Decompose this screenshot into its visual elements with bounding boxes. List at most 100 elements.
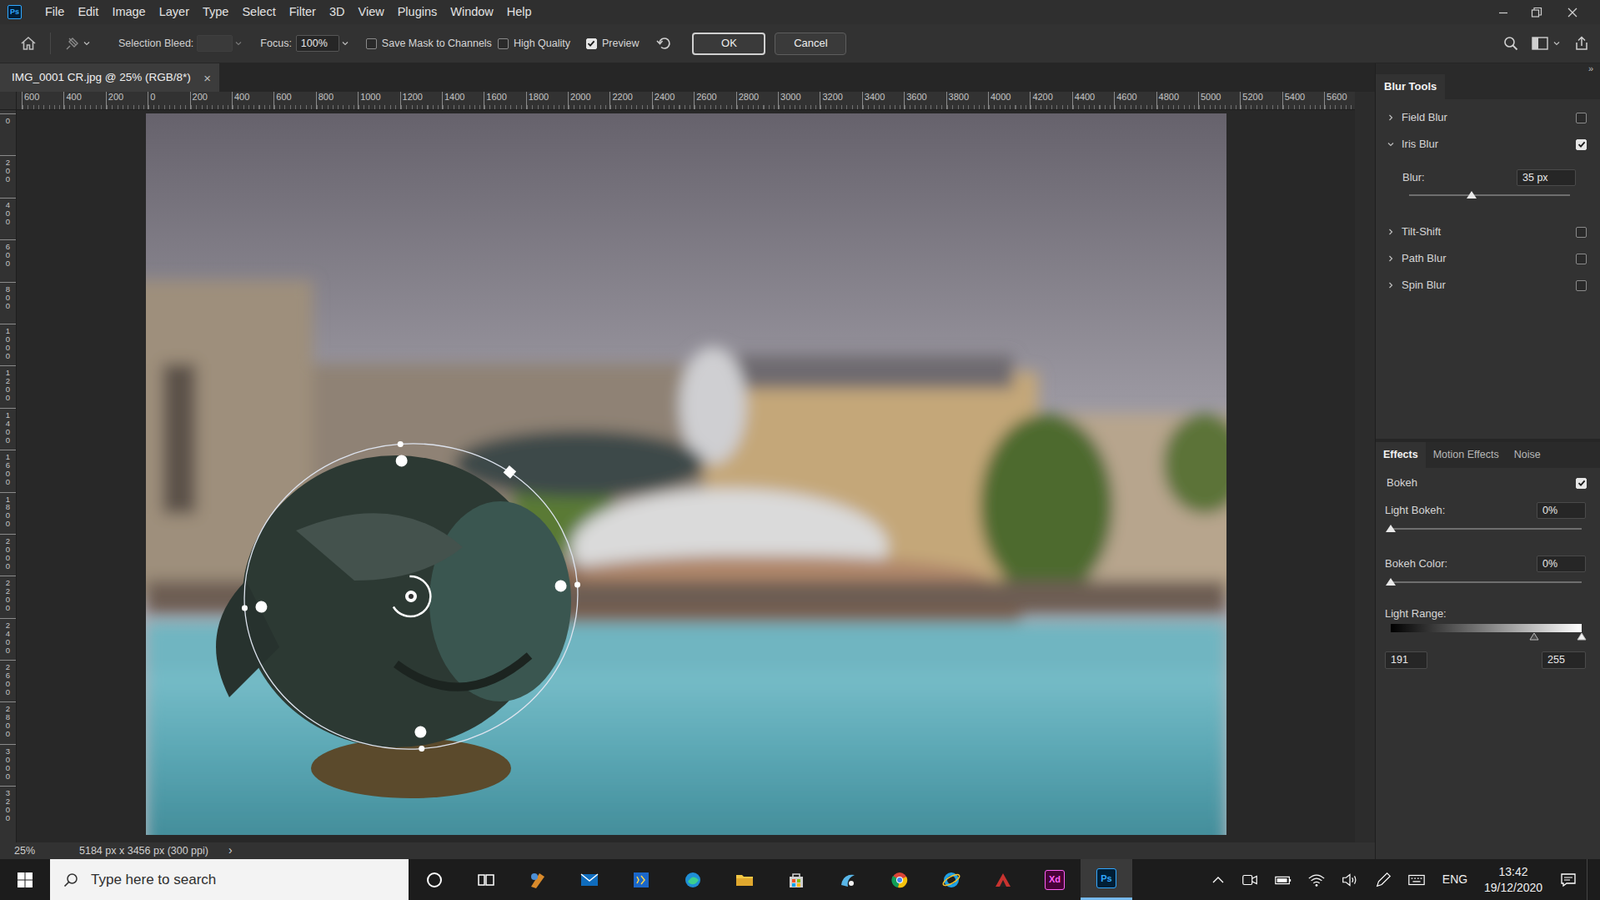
slider-track[interactable]: [1390, 581, 1582, 583]
blur-tool-checkbox[interactable]: [1575, 112, 1587, 124]
blur-tool-row[interactable]: Path Blur: [1375, 245, 1600, 272]
taskbar-app[interactable]: [511, 858, 564, 900]
menu-item[interactable]: Layer: [158, 0, 191, 25]
blur-tool-row[interactable]: Iris Blur: [1375, 130, 1600, 158]
chevron-down-icon[interactable]: [1387, 140, 1395, 148]
blur-tool-label[interactable]: Tilt-Shift: [1401, 225, 1441, 238]
taskbar-app[interactable]: [977, 858, 1029, 900]
blur-tool-row[interactable]: Tilt-Shift: [1375, 218, 1600, 246]
panel-tab[interactable]: Blur Tools: [1375, 74, 1445, 100]
slider-thumb[interactable]: [1385, 524, 1396, 532]
language-label[interactable]: ENG: [1442, 870, 1468, 888]
menu-item[interactable]: Help: [506, 0, 533, 25]
tray-item[interactable]: [1399, 870, 1434, 889]
workspace-button[interactable]: [1531, 36, 1560, 51]
panel-tab[interactable]: Motion Effects: [1425, 441, 1507, 468]
notifications-button[interactable]: [1549, 871, 1587, 888]
light-range-low-field[interactable]: 191: [1384, 651, 1428, 669]
menu-item[interactable]: 3D: [328, 0, 347, 25]
search-placeholder[interactable]: Type here to search: [90, 871, 216, 888]
high-handle-icon[interactable]: [1576, 631, 1587, 641]
checkbox[interactable]: [586, 38, 597, 50]
option-checkbox[interactable]: High Quality: [497, 35, 571, 52]
document-tab[interactable]: IMG_0001 CR.jpg @ 25% (RGB/8*)×: [0, 63, 220, 92]
photo[interactable]: [145, 113, 1227, 835]
low-handle-icon[interactable]: [1529, 631, 1540, 641]
slider-thumb[interactable]: [1385, 577, 1396, 586]
menu-item[interactable]: Filter: [288, 0, 317, 25]
tray-overflow-button[interactable]: [1203, 875, 1234, 884]
taskbar-app[interactable]: [770, 858, 823, 900]
blur-tool-checkbox[interactable]: [1575, 139, 1587, 151]
menu-item[interactable]: View: [357, 0, 386, 25]
share-button[interactable]: [1573, 35, 1590, 52]
minimize-button[interactable]: [1486, 0, 1520, 25]
blur-value[interactable]: 35 px: [1522, 170, 1549, 186]
checkbox-label[interactable]: Save Mask to Channels: [381, 35, 492, 52]
dialog-button[interactable]: OK: [692, 32, 766, 56]
panel-title[interactable]: Blur Tools: [1384, 78, 1437, 96]
tray-item[interactable]: [1366, 870, 1400, 889]
taskbar-app[interactable]: [822, 858, 874, 900]
blur-tool-checkbox[interactable]: [1575, 280, 1587, 291]
light-range-high[interactable]: 255: [1547, 652, 1565, 668]
chevron-right-icon[interactable]: [1387, 228, 1395, 236]
home-button[interactable]: [20, 35, 37, 52]
zoom-level[interactable]: 25%: [14, 844, 36, 857]
panel-tab[interactable]: Noise: [1506, 441, 1549, 468]
light-range-track[interactable]: [1390, 623, 1582, 632]
focus-field[interactable]: 100%: [295, 35, 340, 52]
menu-item[interactable]: Plugins: [396, 0, 439, 25]
workspace-caret-icon[interactable]: [1553, 40, 1560, 46]
status-menu-arrow[interactable]: ›: [228, 842, 233, 857]
collapse-panels-button[interactable]: »: [1588, 64, 1594, 74]
option-checkbox[interactable]: Save Mask to Channels: [366, 35, 492, 52]
tab-label[interactable]: Noise: [1514, 446, 1541, 463]
blur-tool-label[interactable]: Field Blur: [1401, 110, 1448, 124]
blur-value-field[interactable]: 35 px: [1516, 169, 1576, 187]
blur-tool-checkbox[interactable]: [1575, 226, 1587, 238]
canvas[interactable]: [16, 110, 1355, 843]
menu-item[interactable]: Window: [449, 0, 495, 25]
language-indicator[interactable]: ENG: [1433, 870, 1477, 888]
tool-preset[interactable]: [65, 35, 91, 51]
tab-label[interactable]: Effects: [1383, 446, 1419, 463]
taskbar-app[interactable]: [667, 858, 719, 900]
restore-button[interactable]: [1519, 0, 1554, 25]
taskbar-app[interactable]: [925, 858, 978, 900]
taskbar-app[interactable]: Xd: [1028, 858, 1081, 900]
menu-item[interactable]: Select: [240, 0, 276, 25]
menu-item[interactable]: Image: [110, 0, 146, 25]
chevron-right-icon[interactable]: [1387, 255, 1395, 262]
focus-caret-icon[interactable]: [341, 40, 349, 46]
blur-tool-label[interactable]: Iris Blur: [1401, 137, 1439, 151]
slider-value[interactable]: 0%: [1542, 502, 1558, 519]
tray-item[interactable]: [1299, 870, 1334, 889]
clock-date[interactable]: 19/12/2020: [1484, 879, 1543, 896]
show-desktop-button[interactable]: [1586, 858, 1600, 900]
button-label[interactable]: OK: [721, 35, 738, 52]
panel-tab[interactable]: Effects: [1375, 441, 1426, 468]
menu-item[interactable]: Type: [201, 0, 230, 25]
selection-bleed-caret-icon[interactable]: [235, 40, 242, 46]
slider-value-field[interactable]: 0%: [1536, 501, 1586, 520]
tab-close-button[interactable]: ×: [203, 71, 211, 85]
checkbox[interactable]: [497, 38, 509, 50]
checkbox[interactable]: [366, 38, 377, 50]
button-label[interactable]: Cancel: [793, 35, 828, 52]
blur-tool-label[interactable]: Path Blur: [1401, 251, 1446, 265]
clock-time[interactable]: 13:42: [1498, 863, 1528, 880]
slider-thumb[interactable]: [1466, 190, 1477, 199]
bokeh-label[interactable]: Bokeh: [1386, 476, 1418, 489]
taskbar-app[interactable]: [460, 858, 512, 900]
checkbox-label[interactable]: High Quality: [513, 35, 571, 52]
taskbar-app[interactable]: [615, 858, 668, 900]
search-button[interactable]: [1501, 34, 1520, 53]
blur-tool-row[interactable]: Spin Blur: [1375, 271, 1600, 299]
bokeh-checkbox[interactable]: [1575, 477, 1587, 489]
slider-track[interactable]: [1390, 527, 1582, 530]
menu-item[interactable]: Edit: [76, 0, 100, 25]
blur-tool-row[interactable]: Field Blur: [1375, 104, 1600, 131]
taskbar-app[interactable]: Ps: [1080, 858, 1133, 900]
chevron-right-icon[interactable]: [1387, 281, 1395, 289]
